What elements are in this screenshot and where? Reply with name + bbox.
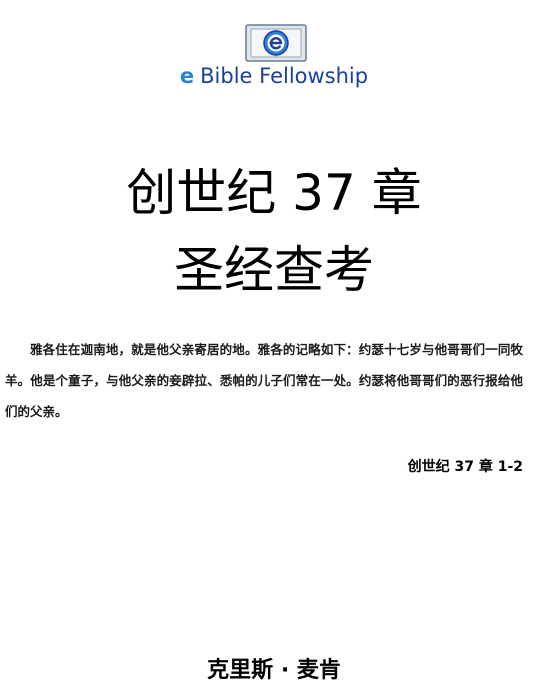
scripture-passage: 雅各住在迦南地，就是他父亲寄居的地。雅各的记略如下：约瑟十七岁与他哥哥们一同牧羊… xyxy=(5,342,523,419)
brand-e: e xyxy=(179,64,195,88)
brand-text: Bible Fellowship xyxy=(200,64,369,88)
page-title: 创世纪 37 章 xyxy=(126,164,422,222)
brand-name: e Bible Fellowship xyxy=(0,64,548,88)
scripture-reference: 创世纪 37 章 1-2 xyxy=(407,459,523,475)
page-subtitle: 圣经查考 xyxy=(174,241,374,299)
author-name: 克里斯 · 麦肯 xyxy=(207,658,341,683)
e-book-logo-icon xyxy=(245,24,307,62)
